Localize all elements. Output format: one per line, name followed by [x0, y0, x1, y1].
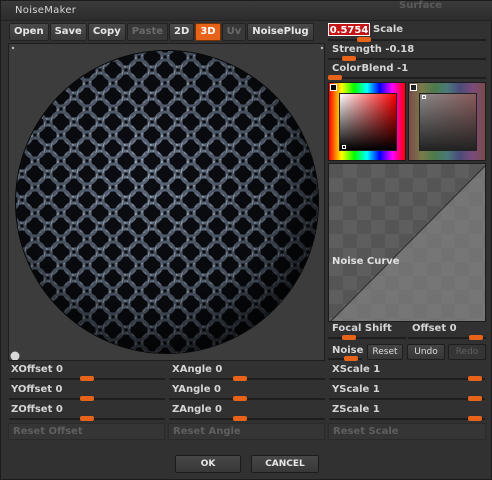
xscale-value: 1 [373, 364, 381, 375]
xscale-slider-track[interactable] [329, 378, 485, 380]
zoffset-row: ZOffset 0 [11, 404, 63, 415]
secondary-color-square[interactable] [419, 93, 477, 151]
xscale-slider-knob[interactable] [468, 376, 483, 381]
noise-undo-button[interactable]: Undo [407, 344, 445, 360]
zscale-label: ZScale [332, 404, 370, 415]
scale-slider-knob[interactable] [356, 37, 371, 42]
yscale-label: YScale [332, 384, 370, 395]
focal-shift-label: Focal Shift [332, 323, 392, 334]
secondary-color-marker [410, 84, 417, 91]
yoffset-value: 0 [55, 384, 63, 395]
colorblend-slider-knob[interactable] [328, 75, 342, 80]
reset-angle-button[interactable]: Reset Angle [168, 423, 325, 440]
yscale-slider-track[interactable] [329, 398, 485, 400]
mode-uv-button[interactable]: Uv [221, 23, 247, 41]
xscale-label: XScale [332, 364, 370, 375]
mode-3d-button[interactable]: 3D [195, 23, 221, 41]
xangle-slider-knob[interactable] [232, 376, 247, 381]
zoffset-label: ZOffset [11, 404, 53, 415]
reset-offset-button[interactable]: Reset Offset [8, 423, 165, 440]
colorblend-value: -1 [397, 63, 409, 74]
secondary-sv-marker [422, 95, 426, 99]
yscale-value: 1 [372, 384, 380, 395]
scale-label: Scale [373, 24, 404, 35]
primary-color-square[interactable] [339, 93, 397, 151]
yscale-slider-knob[interactable] [468, 396, 483, 401]
noisemaker-window: NoiseMaker Surface Open Save Copy Paste … [0, 0, 492, 480]
zscale-row: ZScale 1 [332, 404, 380, 415]
zangle-value: 0 [214, 404, 222, 415]
yangle-value: 0 [214, 384, 221, 395]
cancel-button[interactable]: CANCEL [251, 455, 319, 473]
focal-shift-slider-knob[interactable] [342, 335, 357, 340]
xoffset-slider-knob[interactable] [80, 376, 94, 381]
primary-color-marker [330, 84, 337, 91]
toolbar: Open Save Copy Paste 2D 3D Uv NoisePlug [9, 23, 314, 41]
xscale-row: XScale 1 [332, 364, 380, 375]
noiseplug-button[interactable]: NoisePlug [247, 23, 314, 41]
zscale-slider-track[interactable] [329, 418, 485, 420]
zangle-label: ZAngle [172, 404, 212, 415]
strength-slider-knob[interactable] [342, 56, 357, 61]
yangle-slider-track[interactable] [169, 398, 325, 400]
offset-label: Offset [412, 323, 447, 334]
zoffset-value: 0 [55, 404, 63, 415]
scale-value[interactable]: 0.5754 [328, 23, 370, 36]
noise-reset-button[interactable]: Reset [367, 344, 403, 360]
background-surface-label: Surface [399, 0, 443, 11]
noise-slider-knob[interactable] [344, 356, 358, 361]
xangle-row: XAngle 0 [172, 364, 222, 375]
noise-label: Noise [332, 345, 364, 356]
zscale-slider-knob[interactable] [468, 416, 483, 421]
noise-curve-label: Noise Curve [332, 256, 400, 267]
secondary-color-picker[interactable] [408, 82, 486, 161]
xangle-value: 0 [215, 364, 223, 375]
paste-button[interactable]: Paste [126, 23, 169, 41]
offset-row: Offset 0 [412, 323, 457, 334]
yoffset-row: YOffset 0 [11, 384, 62, 395]
copy-button[interactable]: Copy [87, 23, 126, 41]
yangle-label: YAngle [172, 384, 211, 395]
colorblend-slider-track[interactable] [328, 77, 486, 79]
zangle-slider-knob[interactable] [232, 416, 247, 421]
noise-curve-editor[interactable]: Noise Curve [328, 163, 486, 322]
yangle-row: YAngle 0 [172, 384, 221, 395]
xoffset-value: 0 [55, 364, 63, 375]
zangle-slider-track[interactable] [169, 418, 325, 420]
yscale-row: YScale 1 [332, 384, 380, 395]
strength-value: -0.18 [385, 44, 415, 55]
primary-color-picker[interactable] [328, 82, 406, 161]
yangle-slider-knob[interactable] [232, 396, 247, 401]
noise-preview[interactable] [8, 43, 325, 361]
yoffset-slider-knob[interactable] [80, 396, 94, 401]
scale-slider-track[interactable] [328, 39, 486, 41]
focal-shift-slider-track[interactable] [328, 337, 406, 339]
strength-row: Strength -0.18 [332, 44, 414, 55]
colorblend-label: ColorBlend [332, 63, 394, 74]
offset-slider-knob[interactable] [468, 335, 483, 340]
zangle-row: ZAngle 0 [172, 404, 222, 415]
window-title: NoiseMaker [15, 5, 77, 16]
offset-value: 0 [449, 323, 457, 334]
mode-2d-button[interactable]: 2D [169, 23, 195, 41]
primary-sv-marker [342, 145, 346, 149]
ok-button[interactable]: OK [175, 455, 241, 473]
noise-redo-button[interactable]: Redo [448, 344, 486, 360]
yoffset-label: YOffset [11, 384, 53, 395]
colorblend-row: ColorBlend -1 [332, 63, 408, 74]
xoffset-label: XOffset [11, 364, 53, 375]
zscale-value: 1 [372, 404, 380, 415]
save-button[interactable]: Save [49, 23, 87, 41]
zoffset-slider-knob[interactable] [80, 416, 94, 421]
open-button[interactable]: Open [9, 23, 49, 41]
xoffset-row: XOffset 0 [11, 364, 63, 375]
strength-label: Strength [332, 44, 382, 55]
xangle-slider-track[interactable] [169, 378, 325, 380]
reset-scale-button[interactable]: Reset Scale [328, 423, 486, 440]
xangle-label: XAngle [172, 364, 212, 375]
